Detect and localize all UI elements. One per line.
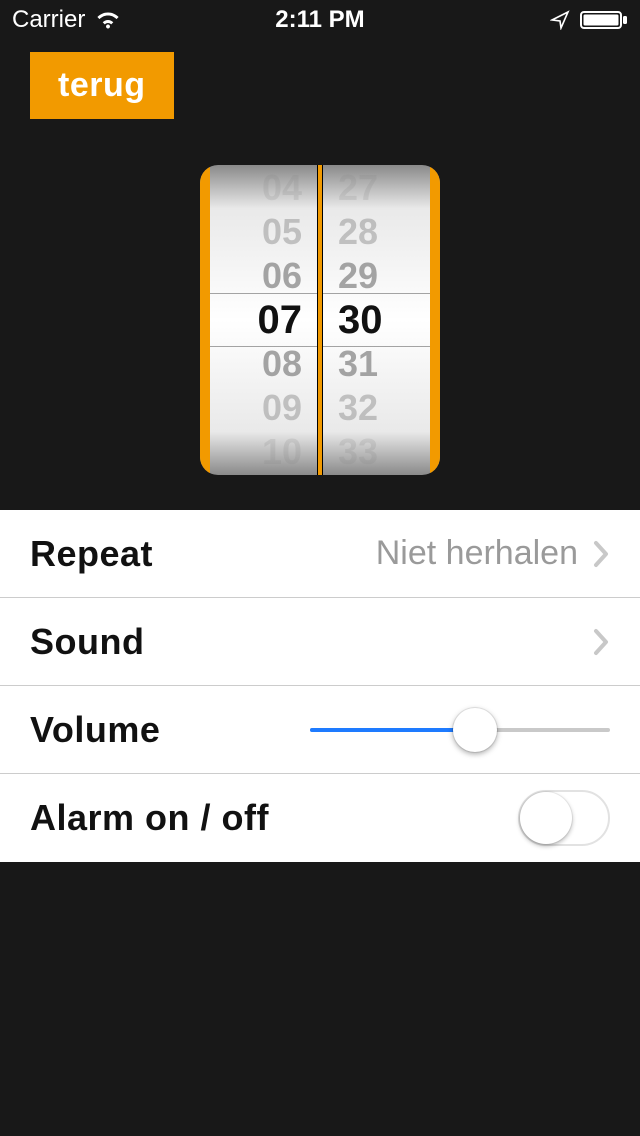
volume-label: Volume [30, 709, 160, 751]
repeat-value: Niet herhalen [376, 534, 578, 573]
minute-option[interactable]: 29 [320, 254, 440, 298]
chevron-right-icon [592, 627, 610, 657]
status-bar: Carrier 2:11 PM [0, 0, 640, 40]
hour-option[interactable]: 04 [200, 166, 320, 210]
hour-option[interactable]: 05 [200, 210, 320, 254]
sound-label: Sound [30, 621, 144, 663]
time-picker-area: 04 05 06 07 08 09 10 27 28 29 30 31 32 3… [0, 130, 640, 510]
hour-option[interactable]: 09 [200, 386, 320, 430]
minute-option[interactable]: 32 [320, 386, 440, 430]
hour-option[interactable]: 10 [200, 430, 320, 474]
minute-wheel[interactable]: 27 28 29 30 31 32 33 [320, 165, 440, 475]
hour-option-selected[interactable]: 07 [200, 298, 320, 342]
repeat-label: Repeat [30, 533, 153, 575]
alarm-row: Alarm on / off [0, 774, 640, 862]
slider-fill [310, 728, 475, 732]
hour-wheel[interactable]: 04 05 06 07 08 09 10 [200, 165, 320, 475]
time-picker[interactable]: 04 05 06 07 08 09 10 27 28 29 30 31 32 3… [200, 165, 440, 475]
settings-list: Repeat Niet herhalen Sound Volume Alarm … [0, 510, 640, 862]
alarm-toggle[interactable] [518, 790, 610, 846]
back-button[interactable]: terug [30, 52, 174, 119]
slider-thumb[interactable] [453, 708, 497, 752]
switch-knob [520, 792, 572, 844]
repeat-row[interactable]: Repeat Niet herhalen [0, 510, 640, 598]
hour-option[interactable]: 06 [200, 254, 320, 298]
volume-row: Volume [0, 686, 640, 774]
nav-bar: terug [0, 40, 640, 130]
minute-option[interactable]: 27 [320, 166, 440, 210]
minute-option[interactable]: 31 [320, 342, 440, 386]
chevron-right-icon [592, 539, 610, 569]
minute-option-selected[interactable]: 30 [320, 298, 440, 342]
sound-row[interactable]: Sound [0, 598, 640, 686]
alarm-label: Alarm on / off [30, 797, 269, 839]
minute-option[interactable]: 28 [320, 210, 440, 254]
minute-option[interactable]: 33 [320, 430, 440, 474]
status-time: 2:11 PM [0, 6, 640, 34]
volume-slider[interactable] [310, 710, 610, 750]
picker-divider [317, 165, 323, 475]
hour-option[interactable]: 08 [200, 342, 320, 386]
